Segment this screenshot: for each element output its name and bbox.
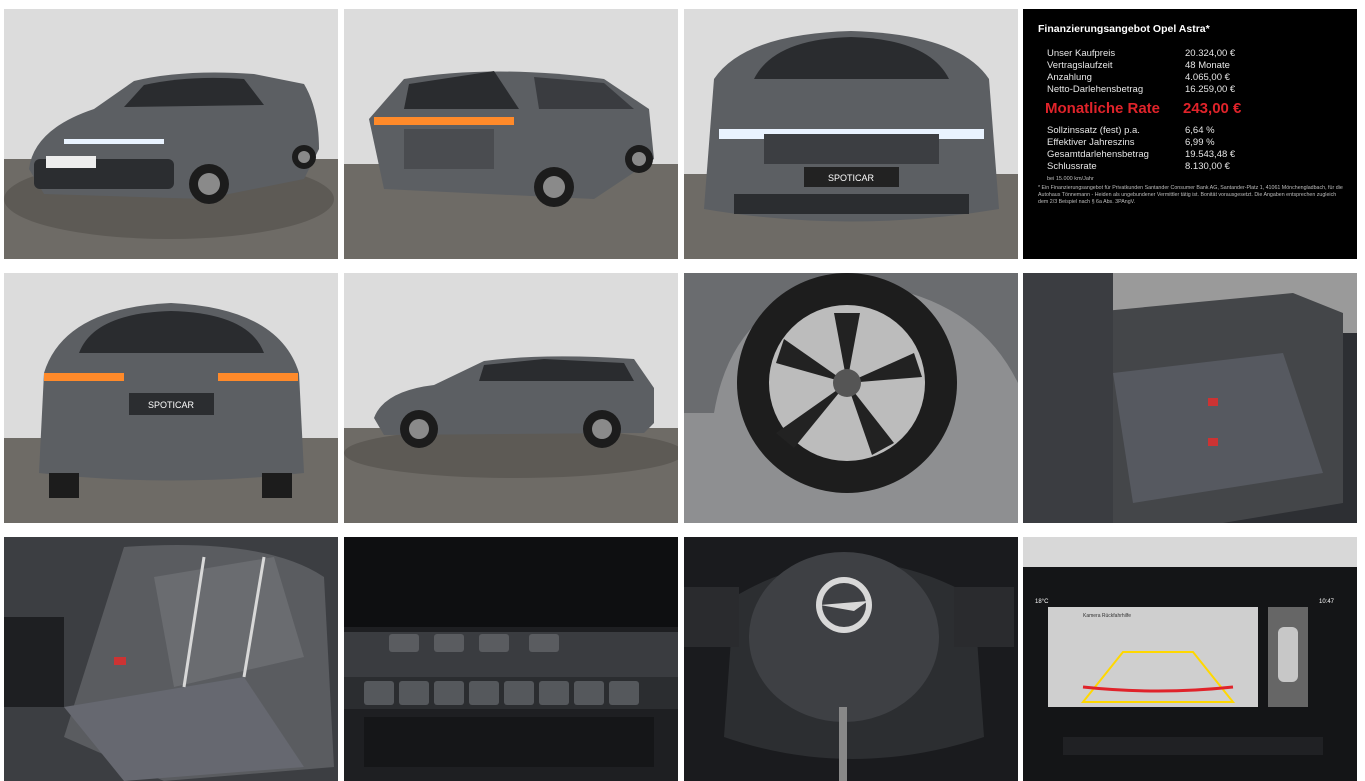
car-front-angle-image [4, 9, 338, 259]
steering-wheel-photo[interactable] [684, 537, 1018, 781]
display-time: 10:47 [1319, 599, 1335, 605]
dealer-plate-text: SPOTICAR [148, 400, 195, 410]
finance-row-label: Gesamtdarlehensbetrag [1047, 149, 1149, 160]
camera-display-image: 18°C 10:47 Kamera Rückfahrhilfe [1023, 537, 1357, 781]
front-view-photo[interactable]: SPOTICAR [684, 9, 1018, 259]
finance-row-label: Vertragslaufzeit [1047, 60, 1113, 71]
finance-row-label: Schlussrate [1047, 161, 1097, 172]
finance-row-value: 16.259,00 € [1185, 84, 1236, 95]
alloy-wheel-photo[interactable] [684, 273, 1018, 523]
rear-camera-display-photo[interactable]: 18°C 10:47 Kamera Rückfahrhilfe [1023, 537, 1357, 781]
km-note: bei 15.000 km/Jahr [1047, 176, 1094, 182]
climate-control-image [344, 537, 678, 781]
car-rear-angle-image [344, 9, 678, 259]
finance-title: Finanzierungsangebot Opel Astra* [1038, 23, 1210, 35]
car-side-image [344, 273, 678, 523]
finance-row-value: 6,99 % [1185, 137, 1215, 148]
finance-row-value: 19.543,48 € [1185, 149, 1236, 160]
photo-gallery: SPOTICAR Finanzierungsangebot Opel Astra… [0, 0, 1365, 781]
front-seat-photo[interactable] [4, 537, 338, 781]
display-temp: 18°C [1035, 599, 1049, 605]
finance-row-value: 20.324,00 € [1185, 48, 1236, 59]
finance-row-label: Anzahlung [1047, 72, 1092, 83]
finance-row-label: Unser Kaufpreis [1047, 48, 1116, 59]
car-front-image: SPOTICAR [684, 9, 1018, 259]
finance-row-value: 6,64 % [1185, 125, 1215, 136]
rear-seats-photo[interactable] [1023, 273, 1357, 523]
finance-footnote: * Ein Finanzierungsangebot für Privatkun… [1038, 185, 1343, 205]
rear-seat-image [1023, 273, 1357, 523]
rear-view-photo[interactable]: SPOTICAR [4, 273, 338, 523]
finance-row-label: Effektiver Jahreszins [1047, 137, 1135, 148]
monthly-rate-value: 243,00 € [1183, 100, 1242, 117]
side-profile-photo[interactable] [344, 273, 678, 523]
finance-row-value: 48 Monate [1185, 60, 1230, 71]
finance-row-value: 4.065,00 € [1185, 72, 1230, 83]
car-rear-image: SPOTICAR [4, 273, 338, 523]
wheel-image [684, 273, 1018, 523]
finance-row-label: Netto-Darlehensbetrag [1047, 84, 1144, 95]
climate-controls-photo[interactable] [344, 537, 678, 781]
finance-offer-panel[interactable]: Finanzierungsangebot Opel Astra* Unser K… [1023, 9, 1357, 259]
monthly-rate-label: Monatliche Rate [1045, 100, 1161, 117]
display-caption: Kamera Rückfahrhilfe [1083, 613, 1131, 619]
finance-row-value: 8.130,00 € [1185, 161, 1230, 172]
front-three-quarter-photo[interactable] [4, 9, 338, 259]
dealer-plate-text: SPOTICAR [828, 173, 875, 183]
rear-three-quarter-photo[interactable] [344, 9, 678, 259]
finance-row-label: Sollzinssatz (fest) p.a. [1047, 125, 1140, 136]
steering-wheel-image [684, 537, 1018, 781]
front-seat-image [4, 537, 338, 781]
